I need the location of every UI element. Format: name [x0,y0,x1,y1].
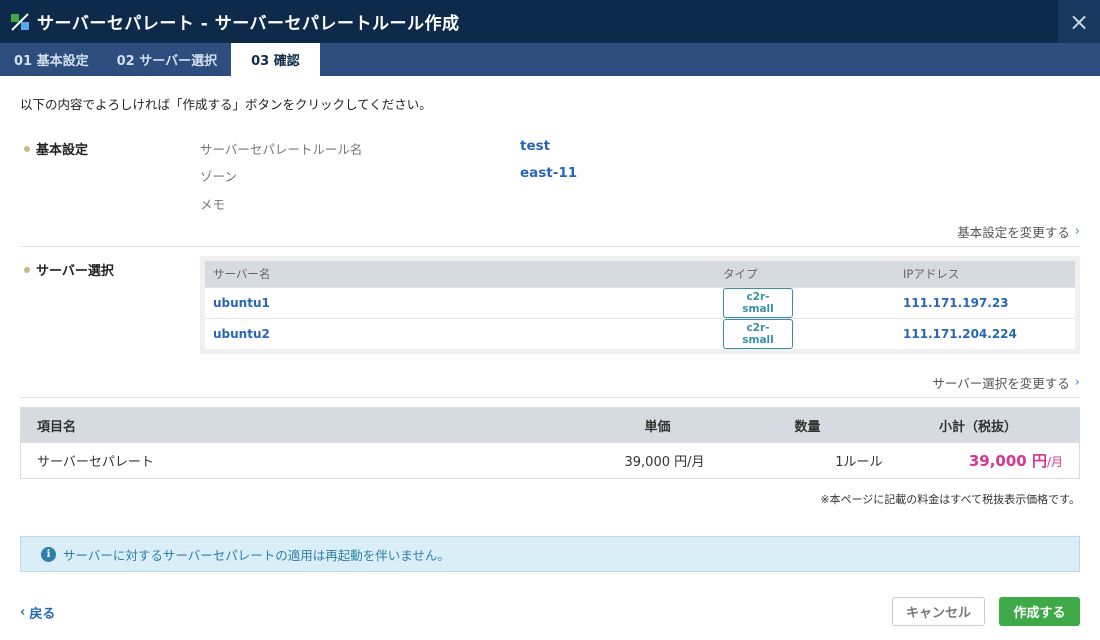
column-header-server-name: サーバー名 [205,261,715,287]
price-item-name: サーバーセパレート [20,442,541,479]
column-header-ip: IPアドレス [895,261,1075,287]
section-basic-settings: 基本設定 [24,139,88,158]
section-server-selection: サーバー選択 [24,260,114,279]
dialog-titlebar: サーバーセパレート - サーバーセパレートルール作成 × [0,0,1100,43]
table-row: サーバーセパレート 39,000 円/月 1ルール 39,000 円/月 [20,442,1080,479]
back-link[interactable]: ‹ 戻る [20,603,55,622]
server-type-badge: c2r-small [723,287,793,318]
price-subtotal: 39,000 円 [968,451,1047,470]
back-label: 戻る [29,607,56,622]
tax-note: ※本ページに記載の料金はすべて税抜表示価格です。 [820,493,1080,506]
server-type-cell: c2r-small [715,286,895,318]
column-header-quantity: 数量 [740,407,891,443]
column-header-type: タイプ [715,261,895,287]
info-icon: i [41,546,56,562]
change-basic-settings-label: 基本設定を変更する [957,225,1070,240]
table-row: ubuntu1 c2r-small 111.171.197.23 [205,286,1075,318]
change-server-selection-link[interactable]: サーバー選択を変更する › [932,373,1080,392]
server-table: サーバー名 タイプ IPアドレス ubuntu1 c2r-small 111.1… [205,261,1075,349]
server-name: ubuntu1 [205,286,715,318]
price-unit-price: 39,000 円/月 [540,442,741,479]
chevron-left-icon: ‹ [20,605,26,620]
section-divider [20,246,1080,247]
change-basic-settings-link[interactable]: 基本設定を変更する › [957,222,1080,241]
server-name: ubuntu2 [205,317,715,349]
step-confirm[interactable]: 03 確認 [231,43,320,76]
zone-value: east-11 [520,165,578,181]
column-header-unit-price: 単価 [540,407,741,443]
section-divider [20,397,1080,398]
price-subtotal-unit: /月 [1046,454,1063,469]
rule-name-label: サーバーセパレートルール名 [200,142,363,157]
create-button[interactable]: 作成する [999,597,1080,626]
cancel-button[interactable]: キャンセル [892,597,985,626]
step-tabs: 01 基本設定 02 サーバー選択 03 確認 [0,43,1100,76]
change-server-selection-label: サーバー選択を変更する [932,376,1070,391]
close-icon[interactable]: × [1058,0,1100,43]
section-basic-settings-label: 基本設定 [36,143,89,158]
server-type-badge: c2r-small [723,318,793,349]
memo-label: メモ [200,197,226,212]
column-header-item: 項目名 [20,407,541,443]
intro-text: 以下の内容でよろしければ「作成する」ボタンをクリックしてください。 [20,97,432,112]
app-logo-icon [9,11,31,33]
zone-label: ゾーン [200,169,237,184]
server-table-header: サーバー名 タイプ IPアドレス [205,261,1075,287]
step-server-selection[interactable]: 02 サーバー選択 [103,43,232,76]
price-table-header: 項目名 単価 数量 小計（税抜） [20,407,1080,443]
bullet-icon [24,266,30,273]
info-message-text: サーバーに対するサーバーセパレートの適用は再起動を伴いません。 [63,547,450,563]
chevron-right-icon: › [1074,224,1080,239]
bullet-icon [24,145,30,152]
server-ip: 111.171.197.23 [895,286,1075,318]
section-server-selection-label: サーバー選択 [36,264,114,279]
server-table-container: サーバー名 タイプ IPアドレス ubuntu1 c2r-small 111.1… [200,256,1080,354]
dialog-title: サーバーセパレート - サーバーセパレートルール作成 [37,14,460,34]
server-ip: 111.171.204.224 [895,317,1075,349]
server-type-cell: c2r-small [715,317,895,349]
price-quantity: 1ルール [740,442,891,479]
step-basic-settings[interactable]: 01 基本設定 [0,43,103,76]
column-header-subtotal: 小計（税抜） [890,407,1080,443]
rule-name-value: test [520,138,551,154]
price-subtotal-cell: 39,000 円/月 [890,442,1080,479]
chevron-right-icon: › [1074,375,1080,390]
table-row: ubuntu2 c2r-small 111.171.204.224 [205,317,1075,349]
info-message: i サーバーに対するサーバーセパレートの適用は再起動を伴いません。 [20,536,1080,572]
price-table: 項目名 単価 数量 小計（税抜） サーバーセパレート 39,000 円/月 1ル… [20,407,1080,479]
